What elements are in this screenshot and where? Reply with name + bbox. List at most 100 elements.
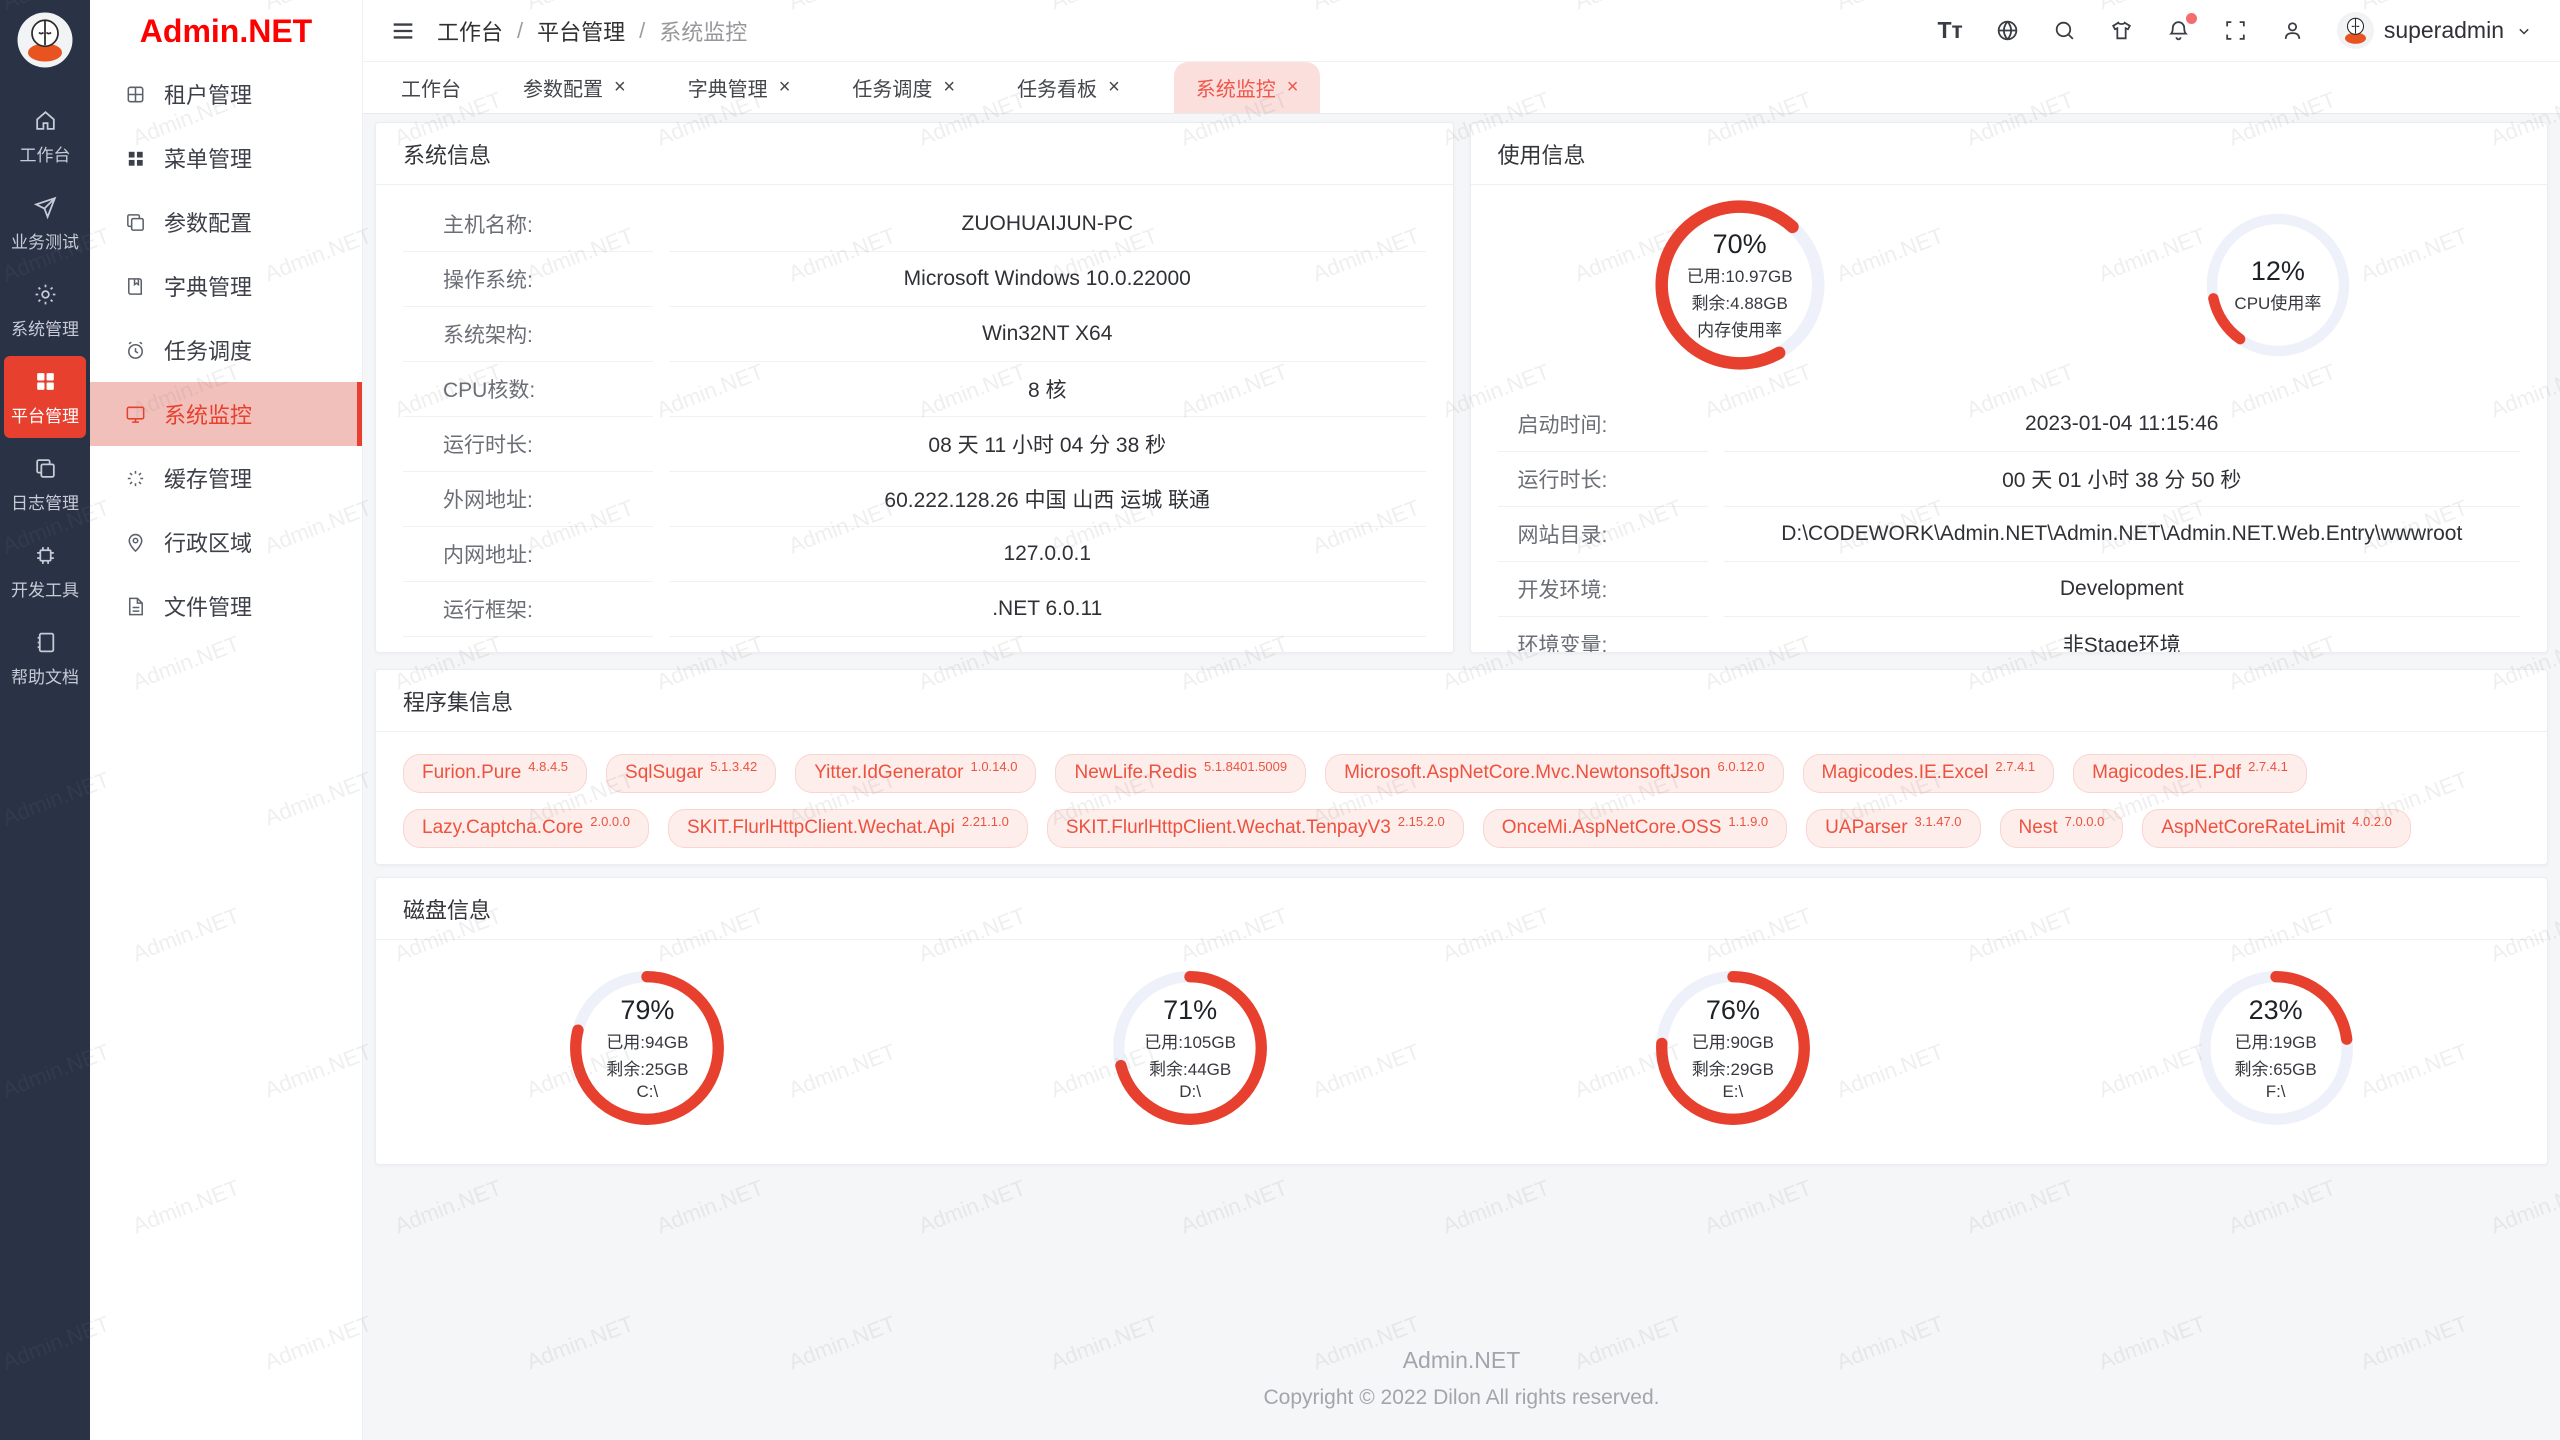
rail-item-3[interactable]: 平台管理 — [4, 356, 86, 438]
tab-5[interactable]: 系统监控× — [1174, 62, 1321, 113]
sidebar-item-7[interactable]: 行政区域 — [90, 510, 362, 574]
desc-label: CPU核数: — [403, 362, 653, 417]
notification-icon[interactable] — [2166, 18, 2191, 43]
package-version: 2.21.1.0 — [962, 814, 1009, 829]
theme-icon[interactable] — [2109, 18, 2134, 43]
tab-label: 工作台 — [401, 73, 461, 102]
desc-label: 外网地址: — [403, 472, 653, 527]
breadcrumb-item-1[interactable]: 平台管理 — [537, 15, 625, 47]
language-icon[interactable] — [1995, 18, 2020, 43]
package-version: 5.1.8401.5009 — [1204, 759, 1287, 774]
gauge-line: 剩余:25GB — [606, 1055, 688, 1080]
assembly-tag: SKIT.FlurlHttpClient.Wechat.Api2.21.1.0 — [668, 809, 1028, 848]
tab-bar: 工作台参数配置×字典管理×任务调度×任务看板×系统监控× — [363, 62, 2560, 114]
search-icon[interactable] — [2052, 18, 2077, 43]
chevron-down-icon — [2514, 21, 2534, 41]
tab-label: 任务看板 — [1017, 73, 1097, 102]
assembly-info-card: 程序集信息 Furion.Pure4.8.4.5SqlSugar5.1.3.42… — [375, 669, 2548, 865]
rail-item-4[interactable]: 日志管理 — [4, 443, 86, 525]
sidebar-item-2[interactable]: 参数配置 — [90, 190, 362, 254]
card-title: 系统信息 — [376, 123, 1453, 185]
desc-row: 运行框架:.NET 6.0.11 — [403, 582, 1426, 637]
sidebar-logo[interactable]: Admin.NET — [90, 0, 362, 62]
rail-item-label: 日志管理 — [11, 489, 79, 514]
assembly-tag: Magicodes.IE.Pdf2.7.4.1 — [2073, 754, 2307, 793]
gauge-line: 剩余:65GB — [2235, 1055, 2317, 1080]
alarm-icon — [124, 339, 147, 362]
package-name: Yitter.IdGenerator — [814, 762, 963, 784]
desc-value: .NET 6.0.11 — [669, 582, 1426, 637]
package-version: 6.0.12.0 — [1718, 759, 1765, 774]
package-name: SqlSugar — [625, 762, 703, 784]
sidebar-item-label: 行政区域 — [164, 526, 252, 558]
sidebar-item-6[interactable]: 缓存管理 — [90, 446, 362, 510]
desc-row: 外网地址:60.222.128.26 中国 山西 运城 联通 — [403, 472, 1426, 527]
user-menu[interactable]: superadmin — [2337, 12, 2534, 49]
sidebar-item-8[interactable]: 文件管理 — [90, 574, 362, 638]
tab-4[interactable]: 任务看板 × — [1009, 62, 1128, 113]
tab-0[interactable]: 工作台 — [393, 62, 469, 113]
assembly-tag: Microsoft.AspNetCore.Mvc.NewtonsoftJson6… — [1325, 754, 1783, 793]
assembly-tags: Furion.Pure4.8.4.5SqlSugar5.1.3.42Yitter… — [376, 732, 2547, 865]
package-name: UAParser — [1825, 817, 1907, 839]
tab-close-icon[interactable]: × — [1108, 76, 1120, 99]
app-avatar-logo[interactable] — [15, 10, 75, 70]
system-info-card: 系统信息 主机名称:ZUOHUAIJUN-PC操作系统:Microsoft Wi… — [375, 122, 1454, 653]
package-version: 4.0.2.0 — [2352, 814, 2392, 829]
rail-item-6[interactable]: 帮助文档 — [4, 617, 86, 699]
rail-item-0[interactable]: 工作台 — [4, 95, 86, 177]
desc-row: CPU核数:8 核 — [403, 362, 1426, 417]
fullscreen-icon — [2223, 18, 2248, 43]
sidebar-item-3[interactable]: 字典管理 — [90, 254, 362, 318]
font-size-icon[interactable]: Tт — [1937, 17, 1962, 44]
assembly-tag: Lazy.Captcha.Core2.0.0.0 — [403, 809, 649, 848]
gauge-center-text: 70%已用:10.97GB剩余:4.88GB内存使用率 — [1651, 196, 1829, 374]
gauge-center-text: 12%CPU使用率 — [2203, 210, 2353, 360]
gauge-percent: 70% — [1713, 229, 1767, 260]
desc-label: 网站目录: — [1498, 507, 1708, 562]
assembly-tag: AngleSharp0.17.1.0 — [403, 864, 594, 865]
tab-close-icon[interactable]: × — [779, 76, 791, 99]
tab-close-icon[interactable]: × — [943, 76, 955, 99]
gauge-line: 剩余:4.88GB — [1691, 289, 1787, 314]
sidebar-item-1[interactable]: 菜单管理 — [90, 126, 362, 190]
monk-avatar-icon — [15, 10, 75, 70]
tab-3[interactable]: 任务调度× — [844, 62, 963, 113]
desc-label: 主机名称: — [403, 197, 653, 252]
rail-item-5[interactable]: 开发工具 — [4, 530, 86, 612]
desc-label: 内网地址: — [403, 527, 653, 582]
package-version: 7.0.0.0 — [2065, 814, 2105, 829]
sidebar-item-4[interactable]: 任务调度 — [90, 318, 362, 382]
desc-value: 2023-01-04 11:15:46 — [1724, 397, 2521, 452]
rail-item-2[interactable]: 系统管理 — [4, 269, 86, 351]
send-icon — [33, 195, 58, 220]
sidebar-item-label: 字典管理 — [164, 270, 252, 302]
gauge-percent: 12% — [2251, 256, 2305, 287]
desc-row: 运行时长:08 天 11 小时 04 分 38 秒 — [403, 417, 1426, 472]
sidebar-item-label: 菜单管理 — [164, 142, 252, 174]
sidebar-item-0[interactable]: 租户管理 — [90, 62, 362, 126]
copy-docs-icon — [124, 211, 147, 234]
profile-icon[interactable] — [2280, 18, 2305, 43]
hamburger-icon — [389, 17, 417, 45]
footer-app-name: Admin.NET — [375, 1347, 2548, 1374]
sidebar-item-5[interactable]: 系统监控 — [90, 382, 362, 446]
topbar: 工作台/平台管理/系统监控 Tтsuperadmin — [363, 0, 2560, 62]
breadcrumb-item-0[interactable]: 工作台 — [437, 15, 503, 47]
rail-item-1[interactable]: 业务测试 — [4, 182, 86, 264]
app-rail: 工作台业务测试系统管理平台管理日志管理开发工具帮助文档 — [0, 0, 90, 1440]
sidebar-item-label: 租户管理 — [164, 78, 252, 110]
gauge-center-text: 71%已用:105GB剩余:44GBD:\ — [1109, 967, 1271, 1129]
tab-1[interactable]: 参数配置× — [515, 62, 634, 113]
fullscreen-icon[interactable] — [2223, 18, 2248, 43]
gauge-percent: 79% — [620, 995, 674, 1026]
tab-close-icon[interactable]: × — [1287, 76, 1299, 99]
donut-gauge-内存使用率: 70%已用:10.97GB剩余:4.88GB内存使用率 — [1651, 196, 1829, 374]
package-version: 2.0.0.0 — [590, 814, 630, 829]
grid-icon — [33, 369, 58, 394]
tab-2[interactable]: 字典管理× — [680, 62, 799, 113]
tab-close-icon[interactable]: × — [614, 76, 626, 99]
desc-row: 系统架构:Win32NT X64 — [403, 307, 1426, 362]
package-name: Magicodes.IE.Excel — [1822, 762, 1989, 784]
collapse-menu-icon[interactable] — [389, 17, 417, 45]
